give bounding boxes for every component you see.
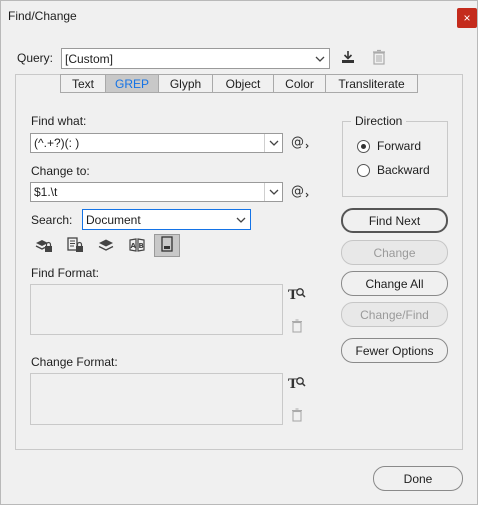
save-icon: [340, 49, 356, 68]
specify-change-format-button[interactable]: T: [286, 373, 310, 395]
title-bar[interactable]: Find/Change ×: [1, 1, 477, 31]
svg-text:@: @: [291, 135, 304, 150]
change-find-button[interactable]: Change/Find: [341, 302, 448, 327]
find-what-value: (^.+?)(: ): [34, 136, 80, 150]
svg-text:T: T: [288, 377, 298, 391]
svg-text:A: A: [131, 242, 137, 250]
search-scope-value: Document: [86, 212, 141, 227]
trash-icon: [291, 318, 303, 336]
locked-layers-icon: [35, 237, 53, 256]
backward-radio[interactable]: [357, 163, 370, 177]
hidden-layers-icon: [97, 237, 115, 256]
tab-glyph[interactable]: Glyph: [159, 74, 213, 93]
footnotes-icon: [160, 236, 174, 255]
locked-stories-icon: [66, 236, 84, 256]
change-to-label: Change to:: [31, 164, 90, 178]
svg-text:@: @: [291, 184, 304, 199]
include-locked-stories-button[interactable]: [63, 235, 87, 257]
query-value: [Custom]: [65, 51, 114, 66]
search-scope-dropdown[interactable]: Document: [82, 209, 251, 230]
done-button[interactable]: Done: [373, 466, 463, 491]
chevron-down-icon[interactable]: [264, 183, 282, 201]
window-title: Find/Change: [8, 9, 77, 23]
tab-text[interactable]: Text: [60, 74, 106, 93]
change-button[interactable]: Change: [341, 240, 448, 265]
tab-bar: Text GREP Glyph Object Color Translitera…: [60, 74, 418, 93]
direction-forward-option[interactable]: Forward: [357, 139, 421, 153]
clear-change-format-button[interactable]: [285, 405, 309, 427]
forward-label: Forward: [377, 139, 422, 153]
include-locked-layers-button[interactable]: [32, 235, 56, 257]
query-label: Query:: [17, 51, 54, 65]
at-symbol-icon: @: [290, 134, 310, 153]
direction-backward-option[interactable]: Backward: [357, 163, 430, 177]
change-to-input[interactable]: $1.\t: [30, 182, 283, 202]
direction-group: [342, 121, 448, 197]
at-symbol-icon: @: [290, 183, 310, 202]
close-icon: ×: [463, 11, 471, 25]
trash-icon: [291, 407, 303, 425]
include-footnotes-button[interactable]: [154, 234, 180, 257]
include-master-pages-button[interactable]: A B: [125, 235, 149, 257]
chevron-down-icon: [311, 50, 329, 68]
specify-find-format-button[interactable]: T: [286, 284, 310, 306]
tab-grep[interactable]: GREP: [106, 74, 159, 93]
include-hidden-layers-button[interactable]: [94, 235, 118, 257]
master-pages-icon: A B: [128, 237, 146, 256]
save-query-button[interactable]: [336, 47, 360, 69]
tab-color[interactable]: Color: [274, 74, 326, 93]
query-dropdown[interactable]: [Custom]: [61, 48, 330, 69]
fewer-options-button[interactable]: Fewer Options: [341, 338, 448, 363]
direction-label: Direction: [351, 114, 407, 128]
trash-icon: [372, 49, 386, 68]
chevron-down-icon[interactable]: [264, 134, 282, 152]
change-special-characters-button[interactable]: @: [289, 181, 311, 203]
backward-label: Backward: [377, 163, 430, 177]
change-format-box[interactable]: [30, 373, 283, 425]
search-label: Search:: [31, 213, 73, 227]
find-special-characters-button[interactable]: @: [289, 132, 311, 154]
format-search-icon: T: [288, 375, 308, 394]
find-format-label: Find Format:: [31, 266, 100, 280]
change-all-button[interactable]: Change All: [341, 271, 448, 296]
change-to-value: $1.\t: [34, 185, 58, 199]
forward-radio[interactable]: [357, 139, 370, 153]
find-format-box[interactable]: [30, 284, 283, 335]
close-button[interactable]: ×: [457, 8, 477, 28]
delete-query-button[interactable]: [367, 47, 391, 69]
find-change-dialog: Find/Change × Query: [Custom] Text GREP …: [0, 0, 478, 505]
find-what-input[interactable]: (^.+?)(: ): [30, 133, 283, 153]
find-what-label: Find what:: [31, 114, 87, 128]
svg-text:B: B: [139, 242, 144, 250]
chevron-down-icon: [232, 211, 250, 229]
change-format-label: Change Format:: [31, 355, 118, 369]
find-next-button[interactable]: Find Next: [341, 208, 448, 233]
tab-transliterate[interactable]: Transliterate: [326, 74, 418, 93]
tab-object[interactable]: Object: [213, 74, 274, 93]
clear-find-format-button[interactable]: [285, 316, 309, 338]
format-search-icon: T: [288, 286, 308, 305]
svg-text:T: T: [288, 288, 298, 302]
